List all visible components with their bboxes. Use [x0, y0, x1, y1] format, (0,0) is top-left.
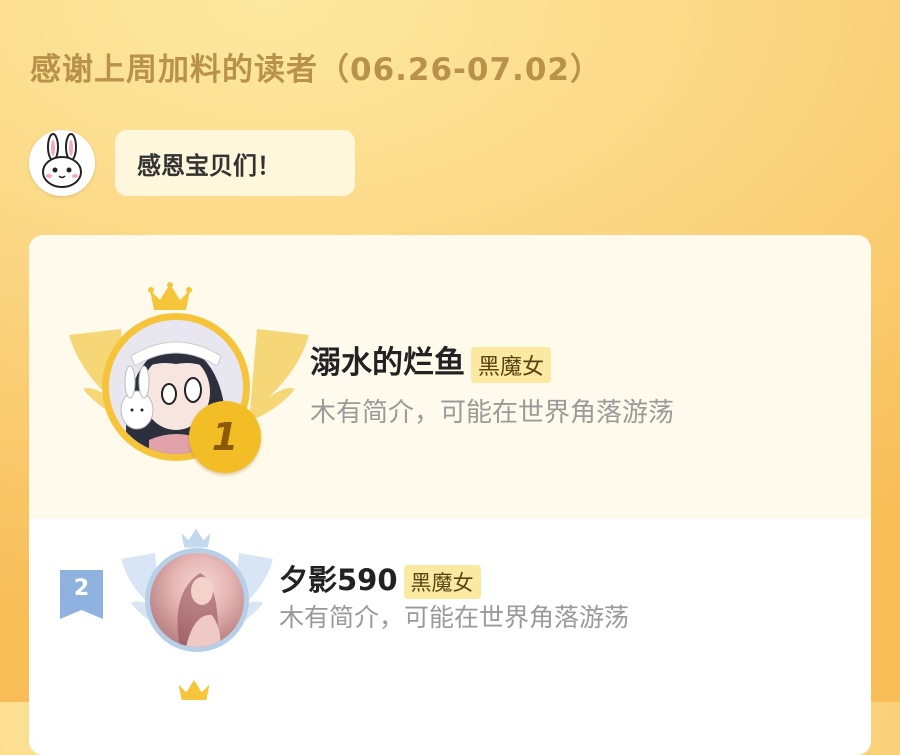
user-title-badge: 黑魔女: [403, 565, 481, 599]
user-title-badge: 黑魔女: [471, 346, 552, 383]
leaderboard-card: 1 溺水的烂鱼 黑魔女 木有简介，可能在世界角落游荡 2 夕影590 黑魔女 木有简…: [29, 235, 871, 755]
rabbit-icon: [42, 133, 82, 188]
rank-number-second: 2: [73, 576, 90, 601]
crown-icon-third: [178, 679, 210, 701]
rank-medal-gold: 1: [189, 401, 261, 473]
rank-number: 1: [211, 415, 239, 459]
crown-icon: [148, 282, 192, 310]
portrait-avatar-icon: [177, 573, 221, 647]
username-first[interactable]: 溺水的烂鱼 黑魔女: [310, 337, 552, 383]
leaderboard-row-first[interactable]: 1 溺水的烂鱼 黑魔女 木有简介，可能在世界角落游荡: [29, 235, 871, 519]
username-text: 溺水的烂鱼: [310, 345, 465, 381]
user-bio-second: 木有简介，可能在世界角落游荡: [279, 603, 630, 632]
user-avatar-second[interactable]: [145, 548, 249, 652]
rabbit-mascot-avatar: [29, 130, 95, 196]
greeting-text: 感恩宝贝们！: [137, 151, 281, 180]
greeting-bubble: 感恩宝贝们！: [115, 130, 355, 196]
username-text: 夕影590: [279, 563, 398, 597]
user-bio-first: 木有简介，可能在世界角落游荡: [310, 398, 675, 428]
username-second[interactable]: 夕影590 黑魔女: [279, 557, 481, 599]
page-title: 感谢上周加料的读者（06.26-07.02）: [30, 52, 602, 88]
silver-crown-icon: [181, 528, 211, 548]
